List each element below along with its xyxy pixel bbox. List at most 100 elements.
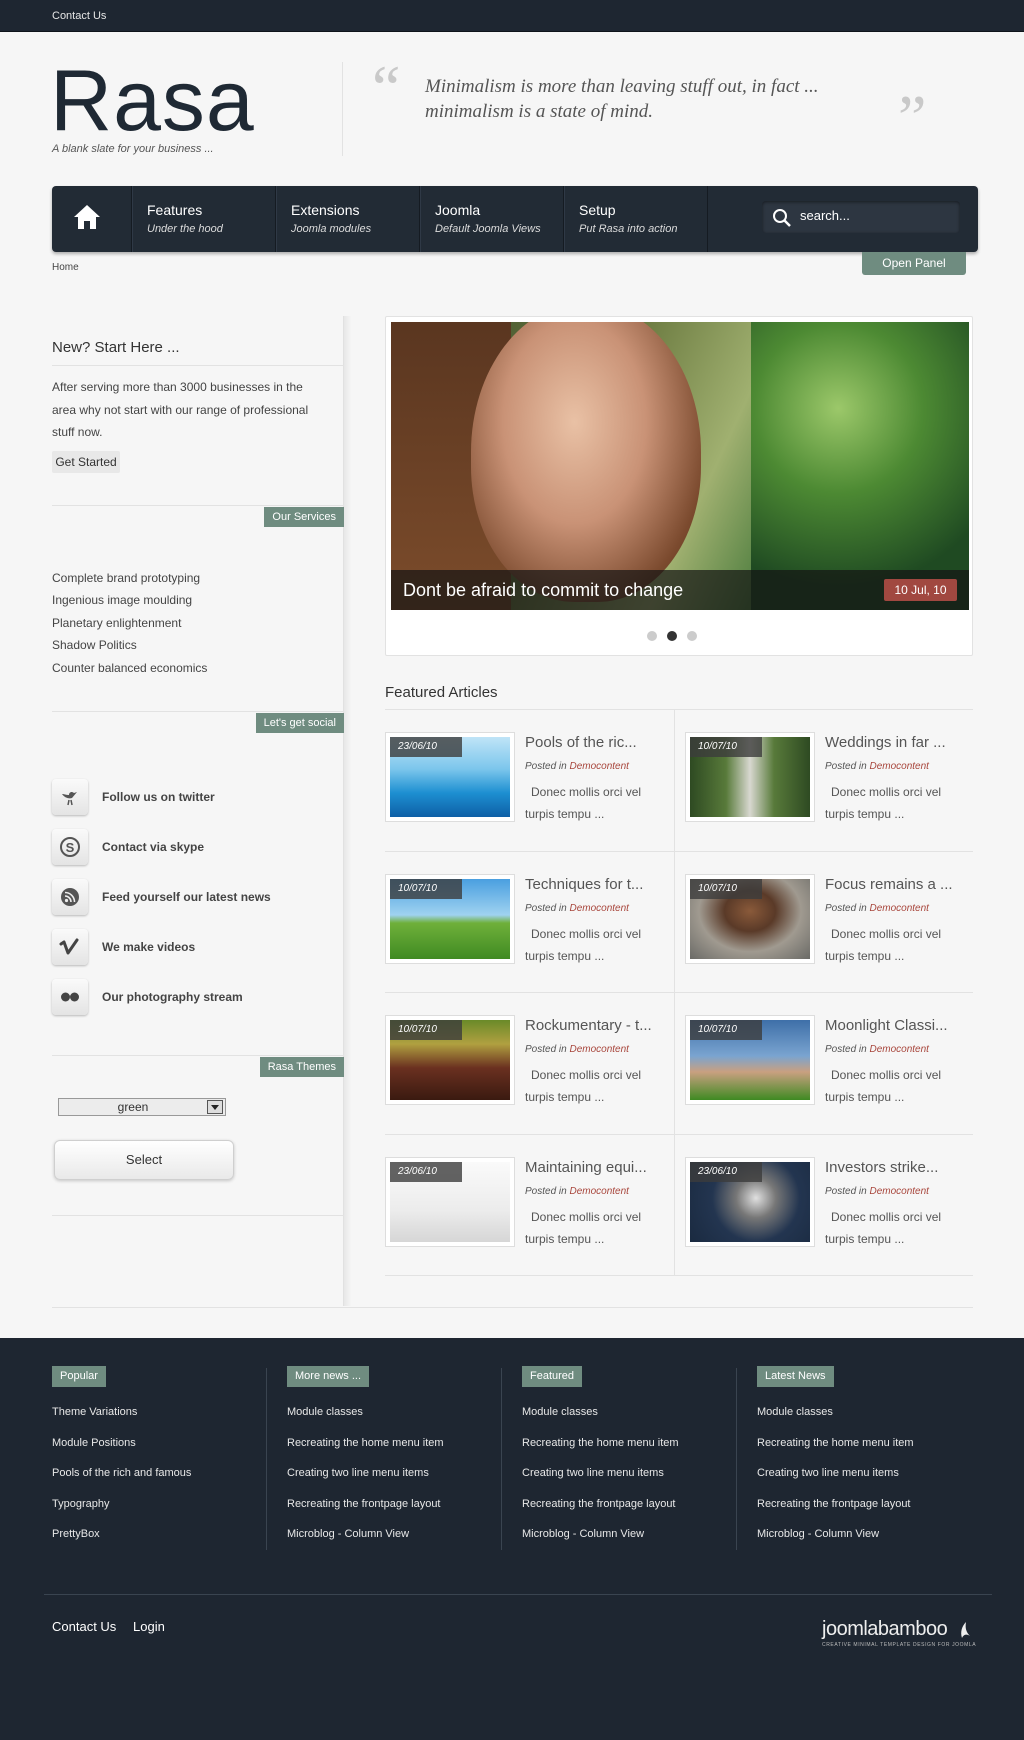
article-category[interactable]: Democontent [569,903,628,914]
slider-dot-3[interactable] [687,631,697,641]
slider-dot-1[interactable] [647,631,657,641]
footer-link[interactable]: Module classes [287,1397,507,1428]
footer-rule [44,1594,992,1595]
top-contact-link[interactable]: Contact Us [52,10,106,22]
footer-link[interactable]: Creating two line menu items [287,1458,507,1489]
slider-dot-2[interactable] [667,631,677,641]
article-card[interactable]: 23/06/10 Pools of the ric... Posted in Dem… [385,710,679,851]
article-thumbnail[interactable]: 23/06/10 [385,1156,515,1247]
article-category[interactable]: Democontent [869,761,928,772]
article-title[interactable]: Weddings in far ... [825,734,946,751]
article-card[interactable]: 10/07/10 Techniques for t... Posted in Dem… [385,852,679,993]
nav-item-setup[interactable]: Setup Put Rasa into action [564,186,708,252]
breadcrumb[interactable]: Home [52,262,79,273]
service-item[interactable]: Counter balanced economics [52,661,207,675]
footer-link[interactable]: Recreating the home menu item [287,1428,507,1459]
footer-link[interactable]: Theme Variations [52,1397,272,1428]
article-title[interactable]: Techniques for t... [525,876,643,893]
posted-in-label: Posted in [525,761,567,772]
joomlabamboo-logo[interactable]: joomlabamboo [822,1618,948,1641]
nav-item-features[interactable]: Features Under the hood [132,186,276,252]
article-thumbnail[interactable]: 10/07/10 [385,873,515,964]
article-title[interactable]: Investors strike... [825,1159,938,1176]
article-category[interactable]: Democontent [569,761,628,772]
footer-link[interactable]: Typography [52,1489,272,1520]
article-category[interactable]: Democontent [869,1186,928,1197]
article-thumbnail[interactable]: 10/07/10 [685,873,815,964]
service-item[interactable]: Ingenious image moulding [52,593,192,607]
service-item[interactable]: Complete brand prototyping [52,571,200,585]
article-meta: Posted in Democontent [825,1186,929,1197]
open-panel-button[interactable]: Open Panel [862,252,966,275]
article-thumbnail[interactable]: 23/06/10 [685,1156,815,1247]
footer-link[interactable]: Recreating the home menu item [522,1428,742,1459]
footer-link[interactable]: Microblog - Column View [522,1519,742,1550]
footer-link[interactable]: Module classes [522,1397,742,1428]
nav-item-title: Extensions [291,202,360,218]
article-category[interactable]: Democontent [569,1044,628,1055]
article-title[interactable]: Focus remains a ... [825,876,953,893]
article-thumbnail[interactable]: 23/06/10 [385,732,515,822]
article-card[interactable]: 10/07/10 Moonlight Classi... Posted in Dem… [685,993,979,1134]
footer-link[interactable]: Recreating the frontpage layout [287,1489,507,1520]
footer-link[interactable]: Module classes [757,1397,977,1428]
article-category[interactable]: Democontent [869,903,928,914]
footer-link[interactable]: Creating two line menu items [757,1458,977,1489]
footer-link[interactable]: Recreating the home menu item [757,1428,977,1459]
article-thumbnail[interactable]: 10/07/10 [685,732,815,822]
nav-item-extensions[interactable]: Extensions Joomla modules [276,186,420,252]
article-card[interactable]: 23/06/10 Maintaining equi... Posted in Dem… [385,1135,679,1276]
start-heading: New? Start Here ... [52,339,180,356]
slide-caption-title[interactable]: Dont be afraid to commit to change [403,580,683,601]
get-started-button[interactable]: Get Started [52,451,120,473]
themes-tag: Rasa Themes [259,1057,344,1077]
article-date: 23/06/10 [390,1161,462,1182]
nav-home-button[interactable] [52,186,132,252]
article-title[interactable]: Moonlight Classi... [825,1017,948,1034]
article-title[interactable]: Rockumentary - t... [525,1017,652,1034]
article-thumbnail[interactable]: 10/07/10 [385,1015,515,1105]
article-meta: Posted in Democontent [525,903,629,914]
search-box [762,201,960,233]
social-label: We make videos [102,940,196,954]
footer-link[interactable]: Module Positions [52,1428,272,1459]
top-bar: Contact Us [0,0,1024,32]
footer-link[interactable]: PrettyBox [52,1519,272,1550]
footer-link[interactable]: Microblog - Column View [287,1519,507,1550]
nav-item-subtitle: Under the hood [147,223,223,235]
nav-item-title: Features [147,202,203,218]
service-item[interactable]: Shadow Politics [52,638,137,652]
footer-login-link[interactable]: Login [133,1619,165,1634]
footer-column-tag: More news ... [287,1366,370,1387]
slide-image[interactable]: Dont be afraid to commit to change 10 Ju… [391,322,969,610]
article-card[interactable]: 10/07/10 Weddings in far ... Posted in Dem… [685,710,979,851]
theme-select[interactable]: green [58,1098,226,1116]
article-category[interactable]: Democontent [569,1186,628,1197]
article-title[interactable]: Maintaining equi... [525,1159,647,1176]
article-thumbnail[interactable]: 10/07/10 [685,1015,815,1105]
nav-item-subtitle: Put Rasa into action [579,223,678,235]
footer: Popular Theme Variations Module Position… [0,1338,1024,1740]
article-category[interactable]: Democontent [869,1044,928,1055]
service-item[interactable]: Planetary enlightenment [52,616,181,630]
article-card[interactable]: 10/07/10 Rockumentary - t... Posted in Dem… [385,993,679,1134]
footer-column-tag: Featured [522,1366,583,1387]
footer-contact-link[interactable]: Contact Us [52,1619,116,1634]
footer-link[interactable]: Creating two line menu items [522,1458,742,1489]
search-input[interactable] [800,208,950,223]
posted-in-label: Posted in [825,1185,867,1197]
nav-item-joomla[interactable]: Joomla Default Joomla Views [420,186,564,252]
footer-link[interactable]: Microblog - Column View [757,1519,977,1550]
skype-icon: S [60,837,80,857]
footer-link[interactable]: Recreating the frontpage layout [522,1489,742,1520]
article-card[interactable]: 10/07/10 Focus remains a ... Posted in Dem… [685,852,979,993]
theme-select-button[interactable]: Select [54,1140,234,1180]
article-meta: Posted in Democontent [825,761,929,772]
footer-link[interactable]: Recreating the frontpage layout [757,1489,977,1520]
rss-icon [61,888,79,906]
article-title[interactable]: Pools of the ric... [525,734,637,751]
footer-link[interactable]: Pools of the rich and famous [52,1458,272,1489]
posted-in-label: Posted in [825,761,867,772]
article-card[interactable]: 23/06/10 Investors strike... Posted in Dem… [685,1135,979,1276]
site-logo[interactable]: Rasa [50,58,255,144]
